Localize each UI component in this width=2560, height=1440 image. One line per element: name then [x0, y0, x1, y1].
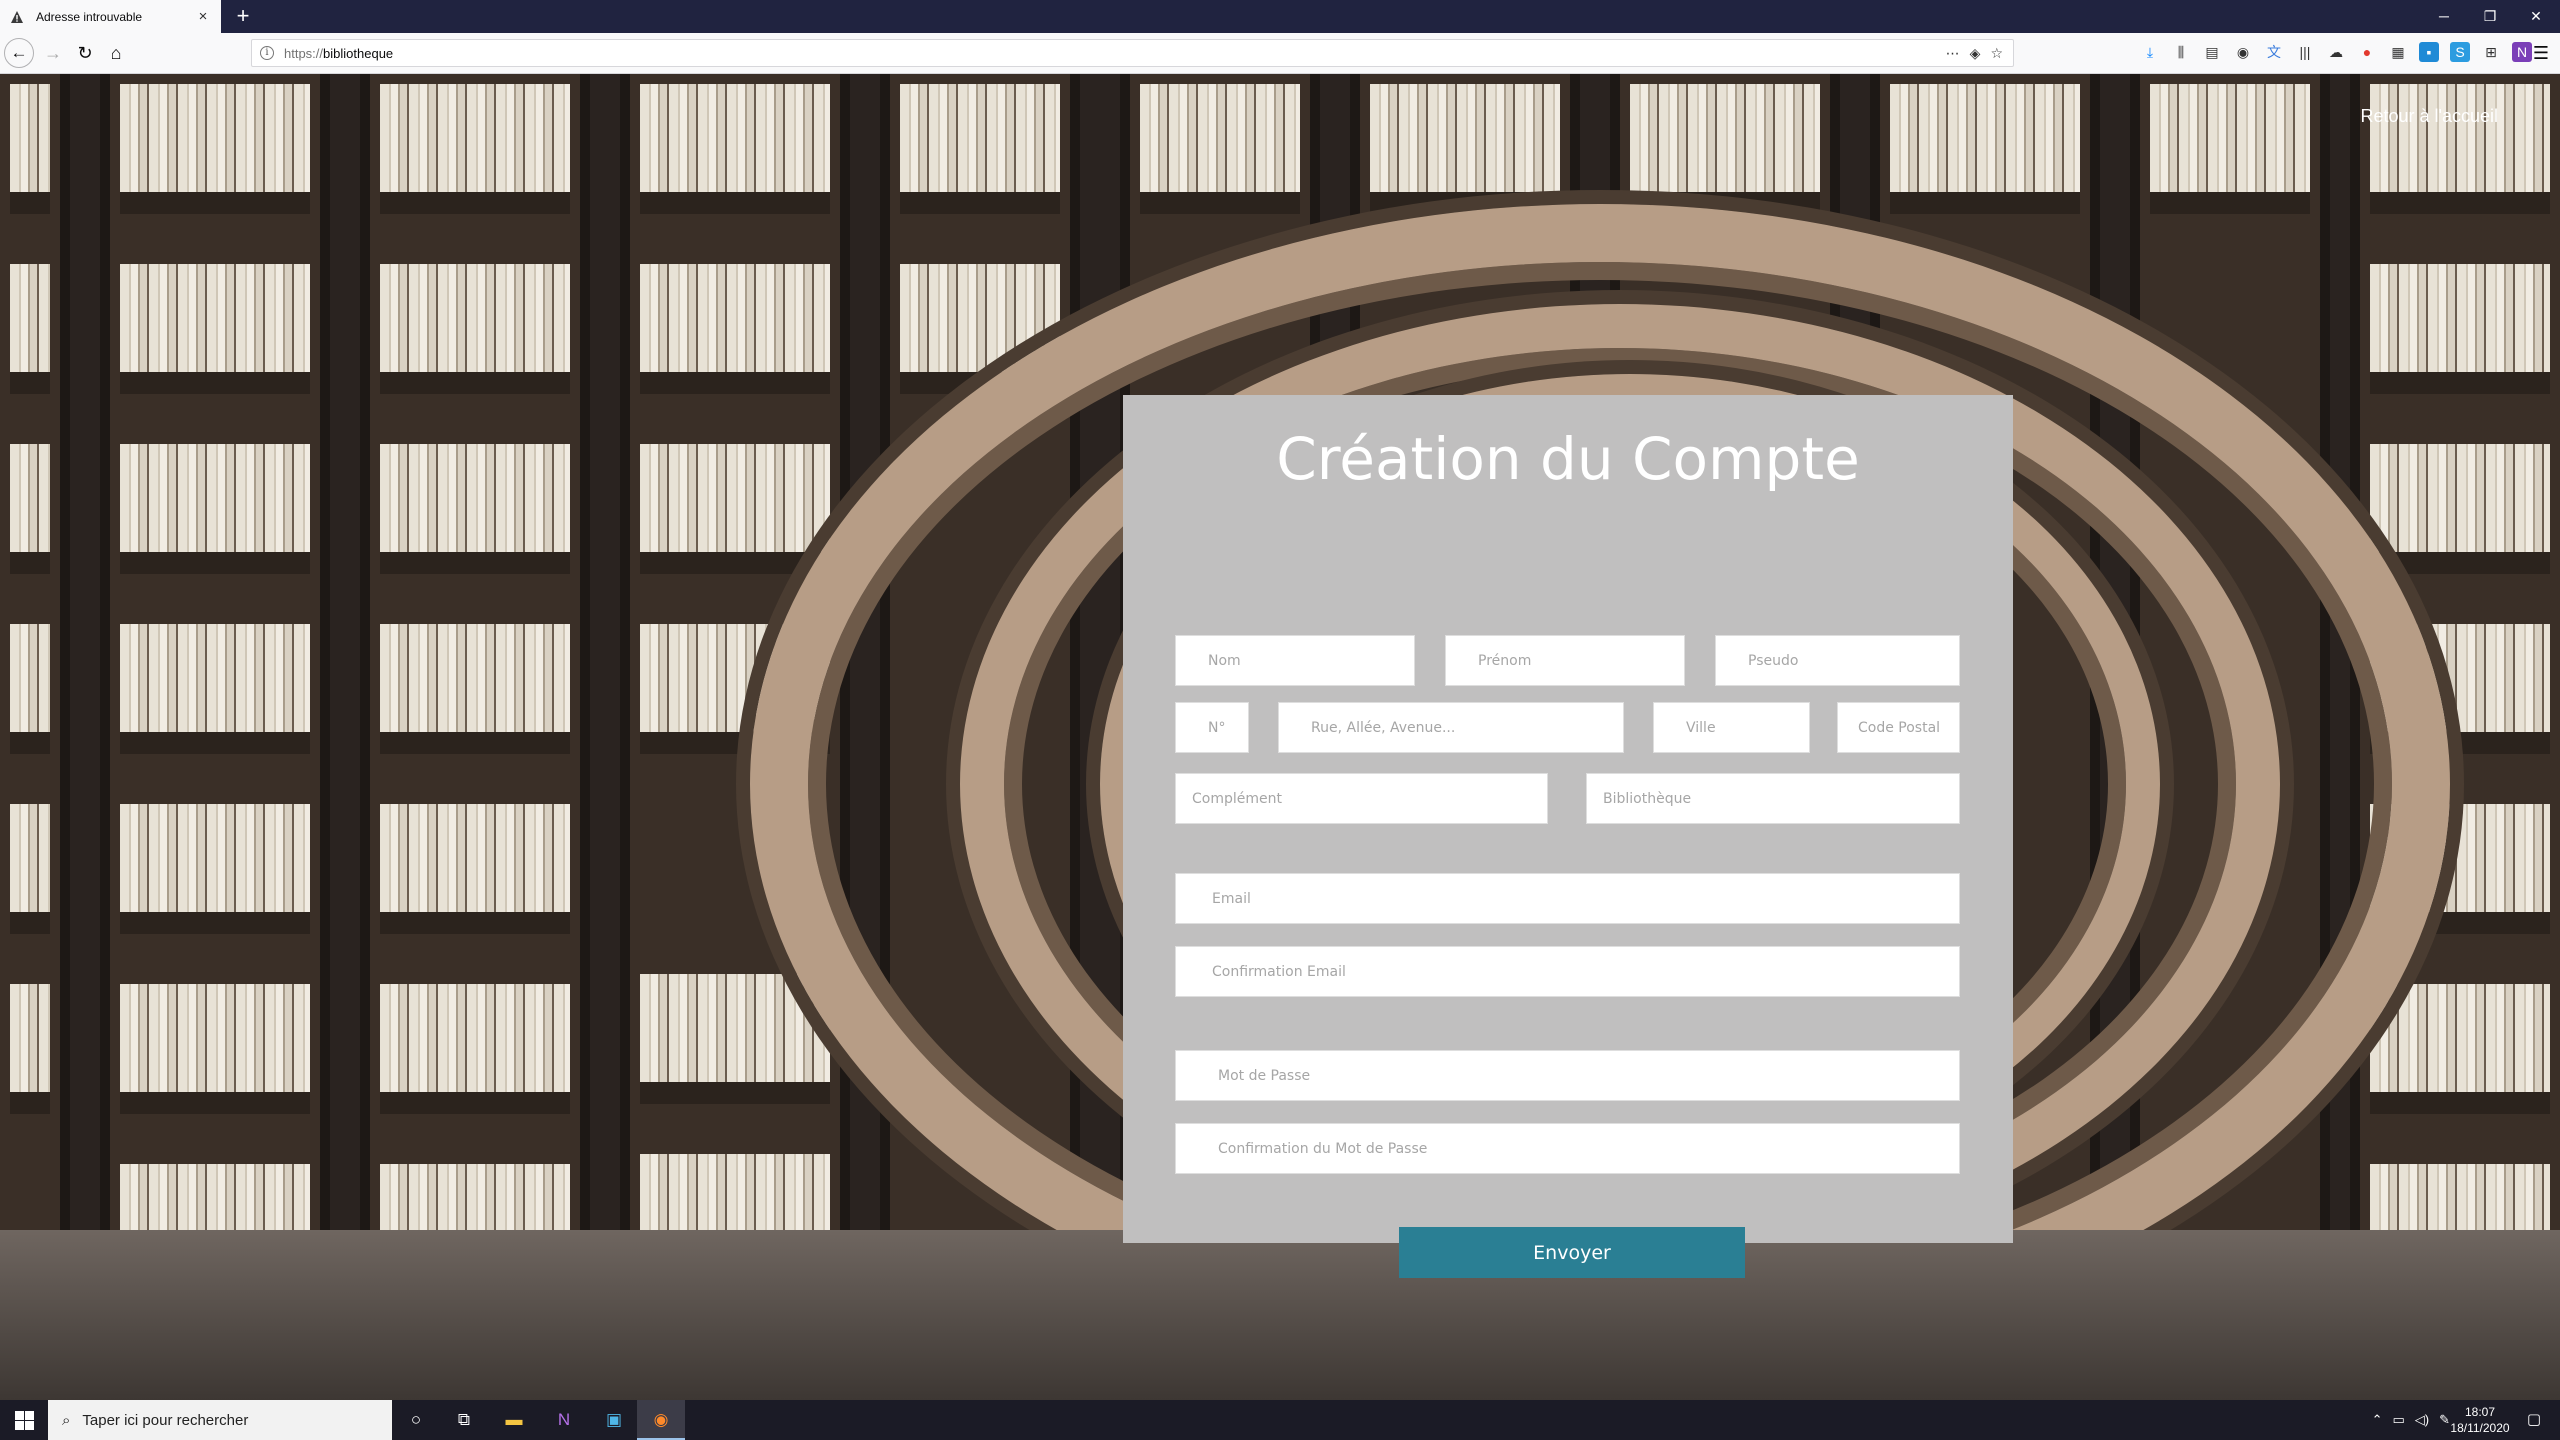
pocket-icon[interactable]: ◈ [1970, 45, 1981, 62]
home-icon[interactable]: ⌂ [101, 38, 131, 68]
tab-active[interactable]: Adresse introuvable × [0, 0, 221, 33]
sidebar-icon[interactable]: ▤ [2202, 42, 2222, 62]
restore-button[interactable]: ❐ [2467, 0, 2513, 33]
file-explorer-icon[interactable]: ▬ [490, 1400, 538, 1440]
page-actions-icon[interactable]: ⋯ [1946, 45, 1960, 62]
nom-input[interactable] [1175, 635, 1415, 686]
search-icon: ⌕ [62, 1411, 71, 1429]
skype-icon[interactable]: S [2450, 42, 2470, 62]
prenom-input[interactable] [1445, 635, 1685, 686]
grid-icon[interactable]: ▦ [2388, 42, 2408, 62]
url-host: bibliotheque [323, 45, 394, 61]
chevron-up-icon[interactable]: ⌃ [2372, 1412, 2383, 1428]
page-content: Retour à l'accueil Création du Compte En… [0, 74, 2560, 1400]
info-icon[interactable]: i [260, 46, 274, 60]
onenote-taskbar-icon[interactable]: N [540, 1400, 588, 1440]
network-icon[interactable]: ▭ [2392, 1412, 2404, 1428]
clock-time: 18:07 [2464, 1405, 2496, 1419]
back-button[interactable]: ← [4, 38, 34, 68]
home-link[interactable]: Retour à l'accueil [2360, 106, 2498, 127]
submit-button[interactable]: Envoyer [1399, 1227, 1745, 1278]
apps-icon[interactable]: ⊞ [2481, 42, 2501, 62]
complement-input[interactable] [1175, 773, 1548, 824]
taskbar-clock[interactable]: 18:07 18/11/2020 [2450, 1404, 2510, 1436]
rue-input[interactable] [1278, 702, 1624, 753]
extension-red-icon[interactable]: ● [2357, 42, 2377, 62]
pen-icon[interactable]: ✎ [2439, 1412, 2450, 1428]
confirm-email-input[interactable] [1175, 946, 1960, 997]
clock-date: 18/11/2020 [2450, 1421, 2510, 1435]
new-tab-button[interactable]: + [230, 2, 256, 30]
numero-input[interactable] [1175, 702, 1249, 753]
code-postal-input[interactable] [1837, 702, 1960, 753]
task-view-icon[interactable]: ⧉ [440, 1400, 488, 1440]
minimize-button[interactable]: ─ [2421, 0, 2467, 33]
firefox-taskbar-icon[interactable]: ◉ [637, 1400, 685, 1440]
bookmark-star-icon[interactable]: ☆ [1990, 45, 2003, 62]
forward-button[interactable]: → [38, 38, 68, 68]
tab-title: Adresse introuvable [36, 9, 143, 24]
translate-icon[interactable]: 文 [2264, 42, 2284, 62]
signup-form-card: Création du Compte Envoyer [1123, 395, 2013, 1278]
url-bar[interactable]: i https:// bibliotheque ⋯ ◈ ☆ [251, 39, 2014, 67]
taskbar-search-placeholder: Taper ici pour rechercher [82, 1411, 249, 1429]
close-window-button[interactable]: ✕ [2513, 0, 2559, 33]
cortana-icon[interactable]: ○ [392, 1400, 440, 1440]
url-scheme: https:// [284, 45, 324, 61]
confirm-password-input[interactable] [1175, 1123, 1960, 1174]
windows-taskbar: ⌕ Taper ici pour rechercher ○ ⧉ ▬ N ▣ ◉ … [0, 1400, 2560, 1440]
taskbar-search[interactable]: ⌕ Taper ici pour rechercher [48, 1400, 392, 1440]
notification-icon[interactable]: ▢ [2516, 1400, 2552, 1440]
volume-icon[interactable]: ◁) [2415, 1412, 2429, 1428]
app-taskbar-icon[interactable]: ▣ [590, 1400, 638, 1440]
windows-start-icon[interactable] [0, 1400, 48, 1440]
library-icon[interactable]: ⫼ [2171, 42, 2191, 62]
cloud-icon[interactable]: ☁ [2326, 42, 2346, 62]
tab-strip: Adresse introuvable × + ─ ❐ ✕ [0, 0, 2560, 33]
account-icon[interactable]: ◉ [2233, 42, 2253, 62]
warning-icon [11, 10, 23, 23]
menu-icon[interactable]: ☰ [2526, 38, 2556, 68]
download-icon[interactable]: ⤓ [2140, 42, 2160, 62]
system-tray: ⌃ ▭ ◁) ✎ [2372, 1400, 2450, 1440]
extension-blue-icon[interactable]: ▪ [2419, 42, 2439, 62]
bibliotheque-input[interactable] [1586, 773, 1960, 824]
form-title: Création du Compte [1276, 425, 1860, 493]
ville-input[interactable] [1653, 702, 1810, 753]
pseudo-input[interactable] [1715, 635, 1960, 686]
password-input[interactable] [1175, 1050, 1960, 1101]
email-input[interactable] [1175, 873, 1960, 924]
barcode-icon[interactable]: ||| [2295, 42, 2315, 62]
reload-button[interactable]: ↻ [70, 38, 100, 68]
navigation-toolbar: ← → ↻ ⌂ i https:// bibliotheque ⋯ ◈ ☆ ⤓ … [0, 33, 2560, 74]
close-tab-icon[interactable]: × [195, 8, 211, 25]
